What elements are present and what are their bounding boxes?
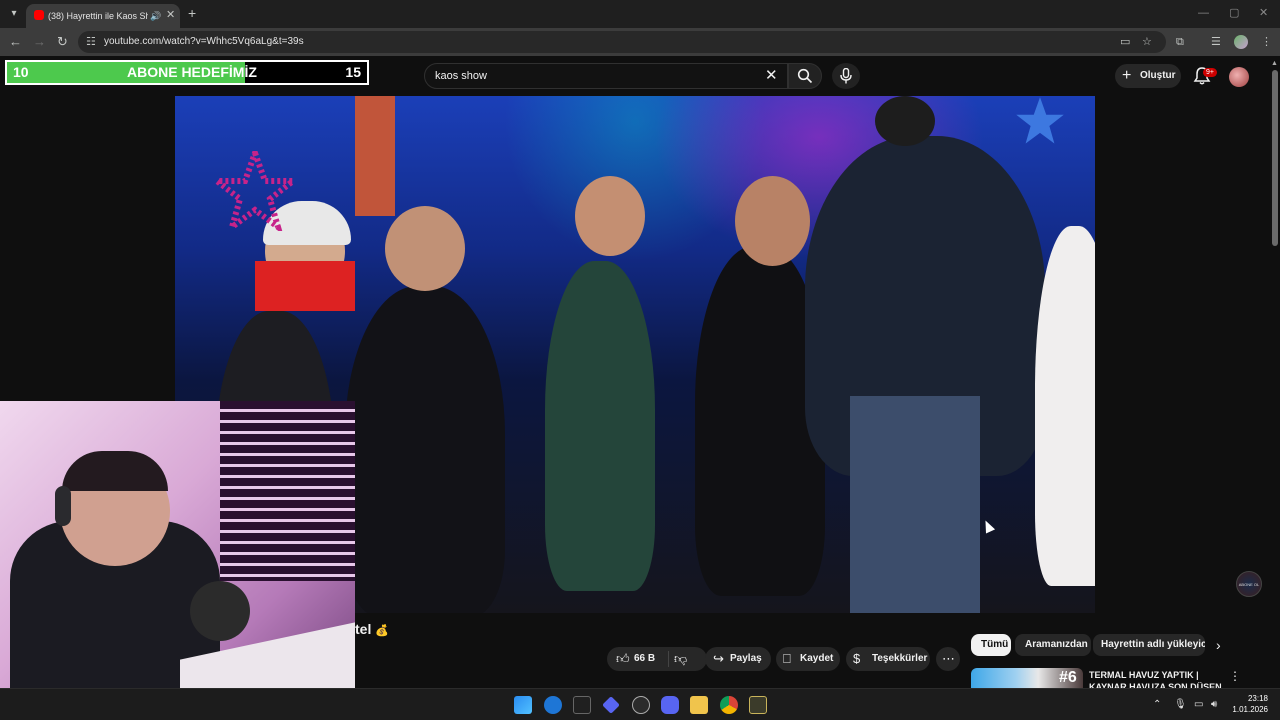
more-horizontal-icon: ⋯ xyxy=(942,651,955,666)
browser-tab-bar: ▾ (38) Hayrettin ile Kaos Show 🔊 ✕ + — ▢… xyxy=(0,0,1280,28)
browser-toolbar: ← → ↻ ☷ youtube.com/watch?v=Whhc5Vq6aLg&… xyxy=(0,28,1280,56)
search-box[interactable]: kaos show ✕ xyxy=(424,63,788,89)
money-bag-icon: 💰 xyxy=(375,625,389,637)
notification-count-badge: 9+ xyxy=(1203,68,1217,77)
chip-label: Hayrettin adlı yükleyicid xyxy=(1101,639,1205,650)
volume-icon[interactable]: 🔊︎ xyxy=(1211,699,1217,711)
scrollbar-thumb[interactable] xyxy=(1272,70,1278,246)
thanks-button[interactable]: $ Teşekkürler xyxy=(846,647,930,671)
streamer-webcam-overlay xyxy=(0,401,355,720)
steam-icon[interactable] xyxy=(632,696,650,714)
bookmark-star-icon[interactable]: ☆ xyxy=(1142,35,1152,49)
window-close-icon[interactable]: ✕ xyxy=(1259,5,1268,21)
search-button[interactable] xyxy=(788,63,822,89)
chip-uploader[interactable]: Hayrettin adlı yükleyicid xyxy=(1093,634,1205,656)
capcut-icon[interactable] xyxy=(573,696,591,714)
goal-end-value: 15 xyxy=(345,64,361,80)
search-input[interactable]: kaos show xyxy=(435,69,487,83)
media-controls-icon[interactable]: ☰ xyxy=(1211,34,1221,50)
chip-from-search[interactable]: Aramanızdan xyxy=(1015,634,1091,656)
windows-start-icon[interactable] xyxy=(514,696,532,714)
search-icon xyxy=(797,68,813,84)
app-icon-2[interactable] xyxy=(749,696,767,714)
chip-label: Tümü xyxy=(981,639,1009,650)
recommendation-title[interactable]: TERMAL HAVUZ YAPTIK | KAYNAR HAVUZA SON … xyxy=(1089,669,1225,688)
scroll-up-arrow-icon[interactable]: ▲ xyxy=(1271,60,1278,68)
goal-start-value: 10 xyxy=(13,64,29,80)
youtube-favicon-icon xyxy=(34,10,44,20)
site-info-icon[interactable]: ☷ xyxy=(86,35,96,49)
recommendation-thumbnail[interactable]: #6 xyxy=(971,668,1083,688)
tab-search-icon[interactable]: ▾ xyxy=(6,6,22,22)
windows-taskbar: ⌃ 🎙︎ ▭ 🔊︎ 23:18 1.01.2026 xyxy=(0,688,1280,720)
clock-time[interactable]: 23:18 xyxy=(1238,694,1268,704)
create-button[interactable]: + Oluştur xyxy=(1115,64,1181,88)
chip-all[interactable]: Tümü xyxy=(971,634,1011,656)
tray-expand-icon[interactable]: ⌃ xyxy=(1153,699,1161,711)
subscriber-goal-overlay: 10 ABONE HEDEFİMİZ 15 xyxy=(5,60,369,85)
subscribe-watermark[interactable]: ABONE OL xyxy=(1236,571,1262,597)
goal-label: ABONE HEDEFİMİZ xyxy=(127,64,257,80)
browser-tab[interactable]: (38) Hayrettin ile Kaos Show 🔊 ✕ xyxy=(26,4,180,28)
like-dislike-group: 👍︎ 66 B 👎︎ xyxy=(607,647,707,671)
super-thanks-icon: $ xyxy=(853,651,861,666)
save-label: Kaydet xyxy=(800,653,834,664)
app-icon[interactable] xyxy=(602,696,620,714)
new-tab-button[interactable]: + xyxy=(188,5,196,21)
microphone-icon xyxy=(840,68,852,84)
minimize-icon[interactable]: — xyxy=(1198,5,1209,21)
maximize-icon[interactable]: ▢ xyxy=(1229,5,1239,21)
thanks-label: Teşekkürler xyxy=(872,653,928,664)
dislike-icon[interactable]: 👎︎ xyxy=(674,650,687,667)
save-button[interactable]: ⎕ Kaydet xyxy=(776,647,840,671)
video-title-text: tel xyxy=(355,621,372,637)
create-label: Oluştur xyxy=(1140,70,1176,81)
close-tab-icon[interactable]: ✕ xyxy=(166,8,175,22)
page-scrollbar[interactable] xyxy=(1270,60,1280,688)
window-blind xyxy=(220,401,355,581)
outlook-icon[interactable] xyxy=(544,696,562,714)
chrome-menu-icon[interactable]: ⋮ xyxy=(1261,34,1272,50)
clock-date[interactable]: 1.01.2026 xyxy=(1228,705,1268,715)
share-label: Paylaş xyxy=(730,653,762,664)
discord-icon[interactable] xyxy=(661,696,679,714)
voice-search-button[interactable] xyxy=(832,63,860,89)
plus-icon: + xyxy=(1122,67,1132,84)
bookmark-icon: ⎕ xyxy=(783,651,791,666)
profile-avatar[interactable] xyxy=(1234,35,1248,49)
like-icon[interactable]: 👍︎ xyxy=(616,650,630,667)
cast-icon[interactable]: ▭ xyxy=(1120,35,1130,49)
chevron-right-icon[interactable]: › xyxy=(1216,637,1221,653)
more-actions-button[interactable]: ⋯ xyxy=(936,647,960,671)
clear-search-icon[interactable]: ✕ xyxy=(765,67,778,85)
tab-title: (38) Hayrettin ile Kaos Show xyxy=(48,11,148,21)
share-button[interactable]: ↪ Paylaş xyxy=(705,647,771,671)
file-explorer-icon[interactable] xyxy=(690,696,708,714)
extensions-icon[interactable]: ⧉ xyxy=(1176,34,1184,50)
speaker-icon[interactable]: 🔊 xyxy=(150,9,161,23)
chip-label: Aramanızdan xyxy=(1025,639,1088,650)
address-bar[interactable]: ☷ youtube.com/watch?v=Whhc5Vq6aLg&t=39s … xyxy=(78,31,1166,53)
url-text[interactable]: youtube.com/watch?v=Whhc5Vq6aLg&t=39s xyxy=(104,35,304,49)
more-vertical-icon[interactable]: ⋮ xyxy=(1229,669,1241,683)
like-count[interactable]: 66 B xyxy=(634,652,655,666)
chrome-icon[interactable] xyxy=(720,696,738,714)
forward-icon[interactable]: → xyxy=(33,34,46,50)
back-icon[interactable]: ← xyxy=(9,34,22,50)
video-title: tel 💰 xyxy=(355,620,389,640)
share-icon: ↪ xyxy=(713,651,724,666)
youtube-header: 10 ABONE HEDEFİMİZ 15 kaos show ✕ + Oluş… xyxy=(0,56,1280,96)
episode-badge: #6 xyxy=(1059,669,1077,686)
network-icon[interactable]: ▭ xyxy=(1194,699,1203,711)
account-avatar[interactable] xyxy=(1229,67,1249,87)
reload-icon[interactable]: ↻ xyxy=(57,34,68,50)
mic-tray-icon[interactable]: 🎙︎ xyxy=(1174,699,1187,711)
